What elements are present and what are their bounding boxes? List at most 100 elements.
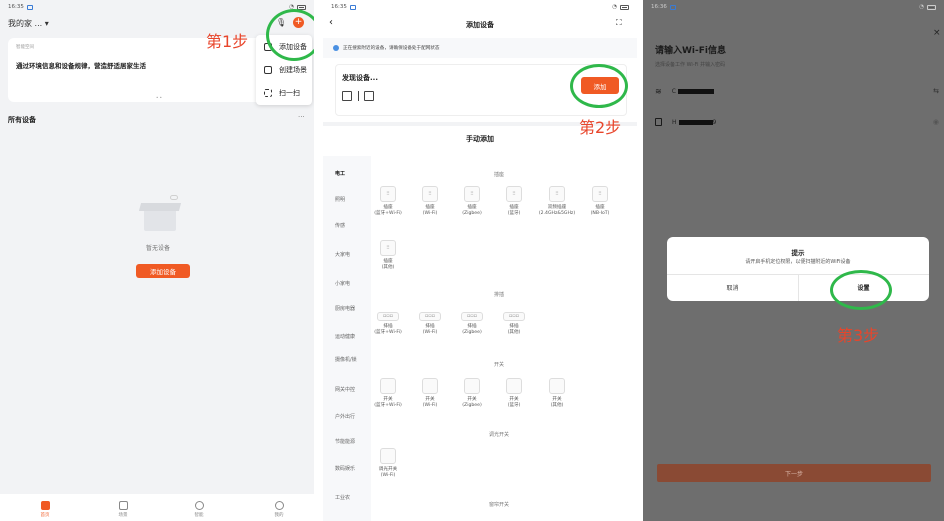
close-icon[interactable]: × xyxy=(933,28,941,38)
device-type-item[interactable]: ▫▫▫ 排插 (蓝牙+Wi-Fi) xyxy=(369,312,407,336)
add-device-screen: 16:35 ◔ ‹ 添加设备 ⛶ 正在搜索附近的设备，请确保设备处于配网状态 发… xyxy=(323,0,637,521)
tab-scene[interactable]: 场景 xyxy=(108,501,138,518)
wifi-icon: ≋ xyxy=(655,86,662,96)
device-type-item[interactable]: 调光开关 (Wi-Fi) xyxy=(369,448,407,479)
tab-home[interactable]: 首页 xyxy=(30,501,60,518)
category-item[interactable]: 摄像机/锁 xyxy=(335,356,357,363)
category-item[interactable]: 大家电 xyxy=(335,251,350,258)
device-type-protocol: (Wi-Fi) xyxy=(380,473,396,478)
redacted-block xyxy=(678,119,713,125)
tab-smart[interactable]: 智能 xyxy=(184,501,214,518)
tab-label: 首页 xyxy=(40,513,50,518)
highlight-ring xyxy=(570,64,628,108)
info-icon xyxy=(333,45,339,51)
device-type-protocol: (Zigbee) xyxy=(462,403,482,408)
category-item[interactable]: 户外出行 xyxy=(335,413,355,420)
section-title: 所有设备 xyxy=(8,116,36,124)
dialog-title: 提示 xyxy=(791,249,805,257)
wifi-status-icon: ◔ xyxy=(919,4,924,10)
plug-icon: ⁝⁝ xyxy=(506,186,522,202)
bottom-tab-bar: 首页 场景 智能 我的 xyxy=(0,494,314,521)
category-item[interactable]: 节能能源 xyxy=(335,438,355,445)
device-type-item[interactable]: ▫▫▫ 排插 (其他) xyxy=(495,312,533,336)
plug-icon: ⁝⁝ xyxy=(464,186,480,202)
password-field[interactable]: H 9 ◉ xyxy=(655,115,939,129)
category-item[interactable]: 厨房电器 xyxy=(335,305,355,312)
step-annotation: 第3步 xyxy=(837,326,880,345)
device-type-item[interactable]: 开关 (蓝牙+Wi-Fi) xyxy=(369,378,407,409)
password-tail: 9 xyxy=(712,118,717,126)
device-type-protocol: (蓝牙+Wi-Fi) xyxy=(374,330,402,335)
scan-icon[interactable]: ⛶ xyxy=(616,18,622,28)
menu-item-scan[interactable]: 扫一扫 xyxy=(256,81,312,104)
page-subtitle: 选择设备工作 Wi-Fi 并输入密码 xyxy=(655,62,726,68)
app-status-icon xyxy=(349,4,356,10)
device-type-protocol: (蓝牙+Wi-Fi) xyxy=(374,211,402,216)
section-strip: 排插 xyxy=(493,292,504,298)
home-selector[interactable]: 我的家 ... ▾ xyxy=(8,18,49,29)
more-icon[interactable]: ··· xyxy=(298,113,305,121)
scene-icon xyxy=(264,65,272,74)
wifi-name-field[interactable]: ≋ C ⇆ xyxy=(655,84,939,98)
device-type-protocol: (Zigbee) xyxy=(462,330,482,335)
device-type-item[interactable]: ⁝⁝ 插座 (蓝牙) xyxy=(495,186,533,217)
device-type-item[interactable]: ⁝⁝ 插座 (Zigbee) xyxy=(453,186,491,217)
next-button[interactable]: 下一步 xyxy=(657,464,931,482)
category-item[interactable]: 电工 xyxy=(335,170,345,177)
device-type-item[interactable]: ▫▫▫ 排插 (Wi-Fi) xyxy=(411,312,449,336)
device-type-item[interactable]: ⁝⁝ 双频插座 (2.4GHz&5GHz) xyxy=(538,186,576,217)
category-item[interactable]: 网关中控 xyxy=(335,386,355,393)
device-type-item[interactable]: 开关 (其他) xyxy=(538,378,576,409)
app-status-icon xyxy=(26,4,33,10)
search-notice: 正在搜索附近的设备，请确保设备处于配网状态 xyxy=(323,38,637,58)
device-type-protocol: (Wi-Fi) xyxy=(422,403,438,408)
device-type-item[interactable]: ⁝⁝ 插座 (NB-IoT) xyxy=(581,186,619,217)
divider xyxy=(314,0,323,521)
device-type-protocol: (Zigbee) xyxy=(462,211,482,216)
device-type-item[interactable]: 开关 (Wi-Fi) xyxy=(411,378,449,409)
discover-title: 发现设备... xyxy=(342,74,378,82)
tab-profile[interactable]: 我的 xyxy=(264,501,294,518)
device-type-protocol: (其他) xyxy=(550,403,564,408)
category-item[interactable]: 小家电 xyxy=(335,280,350,287)
home-name: 我的家 ... xyxy=(8,19,43,28)
device-type-item[interactable]: ▫▫▫ 排插 (Zigbee) xyxy=(453,312,491,336)
plug-icon: ⁝⁝ xyxy=(422,186,438,202)
password-value: H xyxy=(672,118,677,126)
empty-text: 暂无设备 xyxy=(145,245,170,252)
plug-icon: ⁝⁝ xyxy=(380,240,396,256)
wifi-status-icon: ◔ xyxy=(612,4,617,10)
device-type-item[interactable]: ⁝⁝ 插座 (Wi-Fi) xyxy=(411,186,449,217)
device-type-item[interactable]: 开关 (蓝牙) xyxy=(495,378,533,409)
tab-label: 我的 xyxy=(274,513,284,518)
device-type-item[interactable]: ⁝⁝ 插座 (其他) xyxy=(369,240,407,271)
device-type-protocol: (Wi-Fi) xyxy=(422,211,438,216)
category-item[interactable]: 照明 xyxy=(335,196,345,203)
plug-icon: ⁝⁝ xyxy=(380,186,396,202)
device-placeholder-icon xyxy=(342,91,352,101)
category-item[interactable]: 运动健康 xyxy=(335,333,355,340)
status-time: 16:35 xyxy=(331,4,347,10)
device-type-item[interactable]: ⁝⁝ 插座 (蓝牙+Wi-Fi) xyxy=(369,186,407,217)
dimmer-icon xyxy=(380,448,396,464)
add-device-button[interactable]: 添加设备 xyxy=(136,264,190,278)
menu-item-create-scene[interactable]: 创建场景 xyxy=(256,58,312,81)
lock-icon xyxy=(655,118,662,126)
battery-icon xyxy=(620,4,629,10)
category-item[interactable]: 工业农 xyxy=(335,494,350,501)
status-time: 16:36 xyxy=(651,4,667,10)
device-placeholder-icon xyxy=(364,91,374,101)
switch-icon xyxy=(506,378,522,394)
device-area: 暂无设备 xyxy=(8,125,308,493)
category-item[interactable]: 传感 xyxy=(335,222,345,229)
device-type-item[interactable]: 开关 (Zigbee) xyxy=(453,378,491,409)
strip-icon: ▫▫▫ xyxy=(461,312,483,321)
eye-icon[interactable]: ◉ xyxy=(933,118,939,126)
scan-icon xyxy=(264,88,272,97)
section-plug: 插座 xyxy=(493,172,504,178)
dialog-cancel-button[interactable]: 取消 xyxy=(667,274,798,301)
switch-wifi-icon[interactable]: ⇆ xyxy=(933,87,939,95)
category-item[interactable]: 数码娱乐 xyxy=(335,465,355,472)
profile-icon xyxy=(274,501,284,510)
page-title: 添加设备 xyxy=(466,21,494,29)
